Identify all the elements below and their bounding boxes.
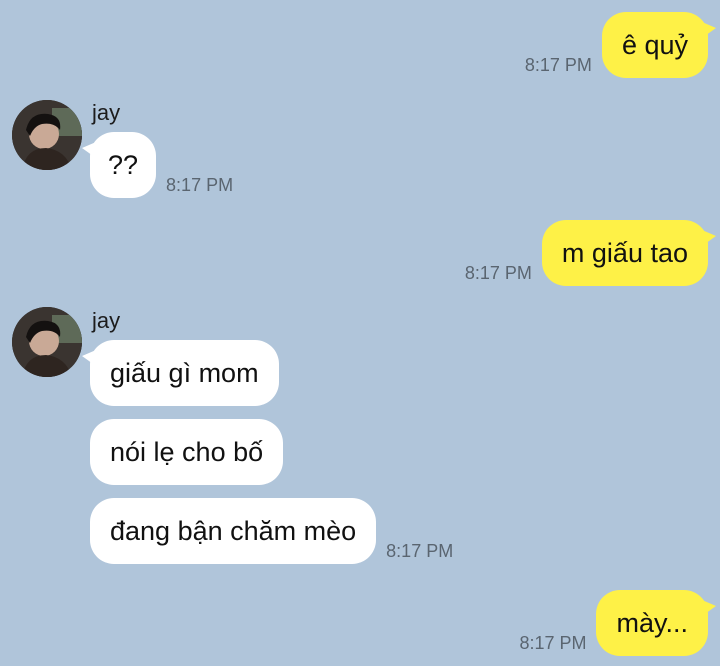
message-row-outgoing: 8:17 PM mày... <box>519 590 716 656</box>
message-bubble[interactable]: mày... <box>596 590 716 656</box>
message-time: 8:17 PM <box>464 263 532 283</box>
message-time: 8:17 PM <box>519 633 587 653</box>
message-bubble[interactable]: nói lẹ cho bố <box>90 419 284 485</box>
avatar[interactable] <box>12 100 82 170</box>
message-time: 8:17 PM <box>166 175 234 195</box>
message-bubble[interactable]: m giấu tao <box>541 220 717 286</box>
message-bubble[interactable]: đang bận chăm mèo <box>90 498 377 564</box>
message-bubble[interactable]: ê quỷ <box>601 12 717 78</box>
message-bubble[interactable]: ?? <box>81 132 157 198</box>
avatar[interactable] <box>12 307 82 377</box>
avatar-image <box>12 307 82 377</box>
sender-name: jay <box>92 308 121 333</box>
message-row-outgoing: 8:17 PM m giấu tao <box>464 220 717 286</box>
sender-name: jay <box>92 100 121 125</box>
chat-area: 8:17 PM ê quỷ jay ?? 8:17 PM 8:17 PM m g… <box>0 0 720 666</box>
message-row-incoming: nói lẹ cho bố <box>90 419 284 485</box>
message-row-incoming: đang bận chăm mèo 8:17 PM <box>90 498 453 564</box>
message-bubble[interactable]: giấu gì mom <box>82 340 279 406</box>
avatar-image <box>12 100 82 170</box>
message-row-incoming: giấu gì mom <box>82 340 279 406</box>
message-time: 8:17 PM <box>386 541 454 561</box>
message-time: 8:17 PM <box>524 55 592 75</box>
message-row-incoming: ?? 8:17 PM <box>81 132 234 198</box>
message-row-outgoing: 8:17 PM ê quỷ <box>524 12 717 78</box>
